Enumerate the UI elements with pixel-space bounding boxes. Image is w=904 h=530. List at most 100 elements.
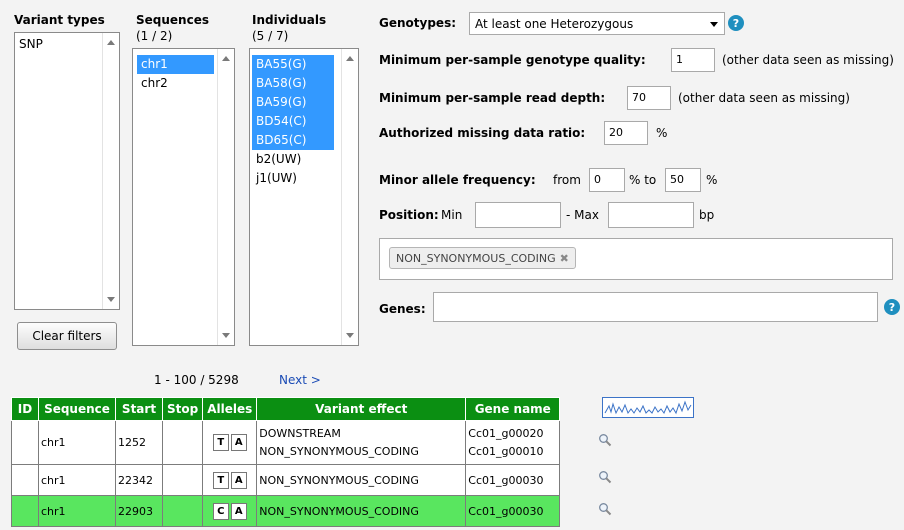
individuals-count: (5 / 7) bbox=[252, 29, 289, 43]
individuals-list[interactable]: BA55(G) BA58(G) BA59(G) BD54(C) BD65(C) … bbox=[249, 48, 359, 346]
individuals-title: Individuals bbox=[252, 13, 327, 27]
sparkline-chart-icon[interactable] bbox=[602, 397, 694, 418]
missing-ratio-unit: % bbox=[656, 126, 668, 140]
genotype-quality-input[interactable]: 1 bbox=[671, 48, 715, 72]
clear-filters-button[interactable]: Clear filters bbox=[17, 322, 117, 350]
individual-option[interactable]: BA55(G) bbox=[252, 55, 334, 74]
maf-to-input[interactable]: 50 bbox=[665, 168, 701, 192]
results-table: ID Sequence Start Stop Alleles Variant e… bbox=[11, 397, 561, 527]
maf-label: Minor allele frequency: bbox=[379, 173, 536, 187]
scroll-up-icon[interactable] bbox=[107, 40, 115, 45]
variant-types-scrollbar[interactable] bbox=[102, 33, 119, 309]
position-label: Position: bbox=[379, 208, 439, 222]
cell-variant-effect: DOWNSTREAM NON_SYNONYMOUS_CODING bbox=[256, 420, 467, 465]
magnifier-icon[interactable] bbox=[598, 502, 612, 516]
cell-variant-effect: NON_SYNONYMOUS_CODING bbox=[256, 495, 467, 527]
cell-start: 1252 bbox=[115, 420, 163, 465]
cell-alleles: CA bbox=[202, 495, 258, 527]
genotypes-selected-value: At least one Heterozygous bbox=[475, 17, 634, 31]
sequences-count: (1 / 2) bbox=[136, 29, 173, 43]
column-header-id[interactable]: ID bbox=[11, 397, 39, 421]
scroll-up-icon[interactable] bbox=[222, 56, 230, 61]
cell-sequence: chr1 bbox=[38, 464, 116, 496]
effect-line: NON_SYNONYMOUS_CODING bbox=[259, 444, 419, 458]
scroll-down-icon[interactable] bbox=[222, 333, 230, 338]
gene-line: Cc01_g00020 bbox=[468, 426, 544, 440]
ref-allele: T bbox=[212, 471, 229, 489]
next-page-link[interactable]: Next > bbox=[279, 373, 321, 387]
cell-stop bbox=[161, 420, 204, 465]
cell-alleles: TA bbox=[202, 464, 258, 496]
sequences-list[interactable]: chr1 chr2 bbox=[132, 48, 235, 346]
position-unit: bp bbox=[699, 208, 715, 222]
individual-option[interactable]: BD65(C) bbox=[252, 131, 334, 150]
table-row[interactable]: chr1 1252 TA DOWNSTREAM NON_SYNONYMOUS_C… bbox=[11, 420, 561, 465]
variant-effect-tag-input[interactable]: NON_SYNONYMOUS_CODING ✖ bbox=[379, 238, 893, 280]
sequence-option-chr2[interactable]: chr2 bbox=[137, 74, 214, 93]
position-max-input[interactable] bbox=[608, 202, 694, 228]
magnifier-icon[interactable] bbox=[598, 470, 612, 484]
individual-option[interactable]: BD54(C) bbox=[252, 112, 334, 131]
column-header-variant-effect[interactable]: Variant effect bbox=[256, 397, 467, 421]
read-depth-note: (other data seen as missing) bbox=[678, 91, 850, 105]
alt-allele: A bbox=[230, 502, 247, 520]
cell-id bbox=[11, 420, 39, 465]
maf-from-text: from bbox=[553, 173, 581, 187]
column-header-gene-name[interactable]: Gene name bbox=[465, 397, 561, 421]
cell-id bbox=[11, 464, 39, 496]
column-header-stop[interactable]: Stop bbox=[161, 397, 204, 421]
maf-from-input[interactable]: 0 bbox=[589, 168, 625, 192]
individual-option[interactable]: b2(UW) bbox=[252, 150, 334, 169]
cell-gene-name: Cc01_g00030 bbox=[465, 464, 561, 496]
position-min-input[interactable] bbox=[475, 202, 561, 228]
read-depth-input[interactable]: 70 bbox=[627, 86, 671, 110]
sequences-title: Sequences bbox=[136, 13, 209, 27]
cell-start: 22342 bbox=[115, 464, 163, 496]
cell-stop bbox=[161, 495, 204, 527]
column-header-sequence[interactable]: Sequence bbox=[38, 397, 116, 421]
close-icon[interactable]: ✖ bbox=[560, 252, 569, 265]
column-header-start[interactable]: Start bbox=[115, 397, 163, 421]
variant-effect-tag: NON_SYNONYMOUS_CODING ✖ bbox=[389, 247, 576, 269]
scroll-down-icon[interactable] bbox=[346, 333, 354, 338]
magnifier-icon[interactable] bbox=[598, 433, 612, 447]
sequence-option-chr1[interactable]: chr1 bbox=[137, 55, 214, 74]
individuals-scrollbar[interactable] bbox=[341, 49, 358, 345]
maf-unit: % bbox=[706, 173, 718, 187]
cell-gene-name: Cc01_g00030 bbox=[465, 495, 561, 527]
cell-variant-effect: NON_SYNONYMOUS_CODING bbox=[256, 464, 467, 496]
sequences-scrollbar[interactable] bbox=[217, 49, 234, 345]
effect-line: DOWNSTREAM bbox=[259, 426, 341, 440]
individual-option[interactable]: j1(UW) bbox=[252, 169, 334, 188]
ref-allele: C bbox=[212, 502, 229, 520]
cell-gene-name: Cc01_g00020 Cc01_g00010 bbox=[465, 420, 561, 465]
genes-input[interactable] bbox=[433, 292, 878, 322]
table-row[interactable]: chr1 22342 TA NON_SYNONYMOUS_CODING Cc01… bbox=[11, 464, 561, 496]
chevron-down-icon[interactable] bbox=[710, 22, 718, 27]
alt-allele: A bbox=[230, 434, 247, 451]
cell-start: 22903 bbox=[115, 495, 163, 527]
scroll-up-icon[interactable] bbox=[346, 56, 354, 61]
individual-option[interactable]: BA58(G) bbox=[252, 74, 334, 93]
variant-types-list[interactable]: SNP bbox=[14, 32, 120, 310]
position-min-text: Min bbox=[441, 208, 463, 222]
cell-sequence: chr1 bbox=[38, 495, 116, 527]
missing-ratio-input[interactable]: 20 bbox=[604, 121, 648, 145]
cell-id bbox=[11, 495, 39, 527]
genes-label: Genes: bbox=[379, 302, 426, 316]
cell-sequence: chr1 bbox=[38, 420, 116, 465]
variant-types-title: Variant types bbox=[14, 13, 105, 27]
missing-ratio-label: Authorized missing data ratio: bbox=[379, 126, 586, 140]
table-row-highlighted[interactable]: chr1 22903 CA NON_SYNONYMOUS_CODING Cc01… bbox=[11, 495, 561, 527]
scroll-down-icon[interactable] bbox=[107, 297, 115, 302]
genotypes-label: Genotypes: bbox=[379, 16, 457, 30]
alt-allele: A bbox=[230, 471, 247, 489]
column-header-alleles[interactable]: Alleles bbox=[202, 397, 258, 421]
individual-option[interactable]: BA59(G) bbox=[252, 93, 334, 112]
pager-range: 1 - 100 / 5298 bbox=[154, 373, 239, 387]
genotypes-select[interactable]: At least one Heterozygous bbox=[469, 12, 725, 35]
sparkline-graphic bbox=[604, 400, 692, 415]
help-icon[interactable]: ? bbox=[728, 15, 744, 31]
ref-allele: T bbox=[212, 434, 229, 451]
help-icon[interactable]: ? bbox=[884, 299, 900, 315]
